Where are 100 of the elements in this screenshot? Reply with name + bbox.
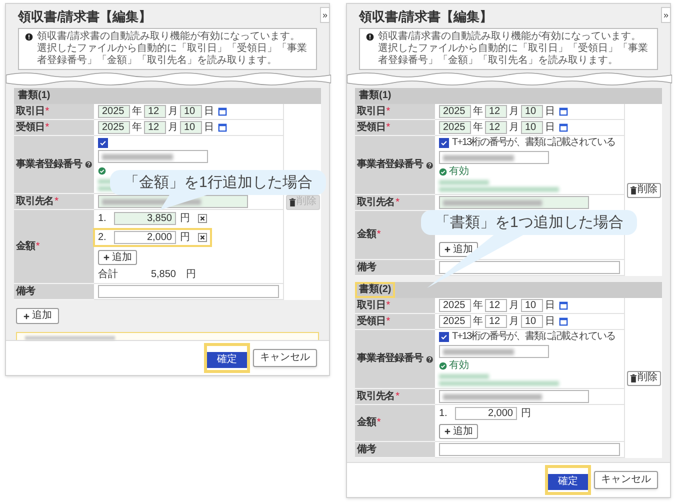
unit-label: 円: [180, 212, 190, 224]
add-button[interactable]: 追加: [98, 250, 137, 265]
section-heading: 書類(1): [358, 90, 392, 102]
required-mark: *: [396, 196, 400, 208]
required-mark: *: [386, 122, 390, 134]
checkbox-label: T+13桁の番号が、書類に記載されている: [452, 137, 616, 149]
field-label: 金額: [357, 229, 376, 241]
unit-label: 月: [509, 106, 519, 118]
delete-button[interactable]: 削除: [626, 182, 660, 198]
field-label: 受領日: [357, 122, 386, 134]
unit-label: 月: [168, 106, 178, 118]
amount-field[interactable]: 2,000: [114, 231, 176, 244]
unit-label: 日: [545, 316, 555, 328]
cancel-button[interactable]: キャンセル: [594, 471, 658, 489]
field-label: 取引日: [357, 300, 386, 312]
field-label: 備考: [357, 262, 376, 274]
required-mark: *: [376, 229, 381, 241]
day-field[interactable]: 10: [521, 315, 543, 328]
row-index: 2.: [98, 232, 108, 244]
amount-field[interactable]: 3,850: [114, 212, 176, 225]
day-field[interactable]: 10: [180, 121, 202, 134]
notice-text: 選択したファイルから自動的に「取引日」「受領日」「事業者登録番号」「金額」「取引先名」を読み取ります。: [378, 43, 649, 67]
field-label: 事業者登録番号: [16, 158, 82, 170]
field-label: 事業者登録番号: [357, 353, 423, 365]
month-field[interactable]: 12: [485, 315, 507, 328]
unit-label: 日: [545, 300, 555, 312]
day-field[interactable]: 10: [180, 105, 202, 118]
cancel-button[interactable]: キャンセル: [253, 349, 317, 367]
unit-label: 日: [204, 106, 214, 118]
required-mark: *: [386, 316, 390, 328]
amount-field[interactable]: 2,000: [455, 407, 517, 420]
checkbox-label: T+13桁の番号が、書類に記載されている: [452, 331, 616, 343]
day-field[interactable]: 10: [521, 121, 543, 134]
required-mark: *: [386, 106, 390, 118]
confirm-button[interactable]: 確定: [548, 474, 588, 490]
unit-label: 年: [473, 106, 483, 118]
unit-label: 円: [180, 232, 190, 244]
field-label: 取引先名: [357, 390, 395, 402]
unit-label: 円: [521, 408, 531, 420]
notice-text: 選択したファイルから自動的に「取引日」「受領日」「事業者登録番号」「金額」「取引先名」を読み取ります。: [37, 43, 308, 67]
year-field[interactable]: 2025: [98, 105, 130, 118]
field-label: 事業者登録番号: [357, 159, 423, 171]
confirm-button[interactable]: 確定: [207, 352, 247, 368]
section-heading: 書類(2): [355, 282, 396, 298]
field-label: 金額: [16, 240, 35, 252]
month-field[interactable]: 12: [485, 121, 507, 134]
notice-text: 領収書/請求書の自動読み取り機能が有効になっています。: [37, 31, 301, 42]
unit-label: 年: [473, 122, 483, 134]
valid-status: 有効: [449, 360, 469, 372]
day-field[interactable]: 10: [521, 105, 543, 118]
month-field[interactable]: 12: [485, 105, 507, 118]
unit-label: 日: [545, 122, 555, 134]
unit-label: 月: [168, 122, 178, 134]
total-value: 5,850: [150, 269, 176, 281]
delete-button[interactable]: 削除: [626, 370, 660, 386]
row-index: 1.: [98, 212, 108, 224]
field-label: 取引日: [357, 106, 386, 118]
callout-tooltip: 「書類」を1つ追加した場合: [421, 210, 638, 235]
unit-label: 年: [473, 316, 483, 328]
required-mark: *: [396, 390, 400, 402]
year-field[interactable]: 2025: [439, 299, 471, 312]
month-field[interactable]: 12: [144, 105, 166, 118]
field-label: 金額: [357, 417, 376, 429]
notice-text: 領収書/請求書の自動読み取り機能が有効になっています。: [378, 31, 642, 42]
year-field[interactable]: 2025: [439, 315, 471, 328]
unit-label: 年: [132, 122, 142, 134]
total-label: 合計: [98, 269, 119, 281]
month-field[interactable]: 12: [144, 121, 166, 134]
field-label: 取引日: [16, 106, 44, 118]
unit-label: 月: [509, 122, 519, 134]
collapse-button[interactable]: »: [320, 7, 330, 23]
field-label: 取引先名: [357, 196, 395, 208]
required-mark: *: [54, 196, 59, 208]
field-label: 備考: [357, 444, 376, 456]
unit-label: 月: [509, 316, 519, 328]
unit-label: 年: [473, 300, 483, 312]
add-button[interactable]: 追加: [439, 242, 478, 257]
unit-label: 年: [132, 106, 142, 118]
unit-label: 月: [509, 300, 519, 312]
collapse-button[interactable]: »: [661, 7, 671, 23]
unit-label: 日: [204, 122, 214, 134]
year-field[interactable]: 2025: [439, 105, 471, 118]
field-label: 受領日: [357, 316, 386, 328]
section-heading: 書類(1): [17, 90, 52, 102]
required-mark: *: [386, 300, 390, 312]
required-mark: *: [376, 417, 381, 429]
add-button[interactable]: 追加: [439, 424, 478, 439]
month-field[interactable]: 12: [485, 299, 507, 312]
dialog-title: 領収書/請求書【編集】: [359, 9, 493, 25]
unit-label: 円: [186, 269, 196, 281]
row-index: 1.: [439, 408, 448, 420]
unit-label: 日: [545, 106, 555, 118]
year-field[interactable]: 2025: [98, 121, 130, 134]
add-button[interactable]: 追加: [16, 308, 59, 324]
dialog-title: 領収書/請求書【編集】: [18, 9, 152, 25]
required-mark: *: [45, 122, 50, 134]
required-mark: *: [45, 106, 50, 118]
field-label: 取引先名: [16, 196, 54, 208]
year-field[interactable]: 2025: [439, 121, 471, 134]
day-field[interactable]: 10: [521, 299, 543, 312]
